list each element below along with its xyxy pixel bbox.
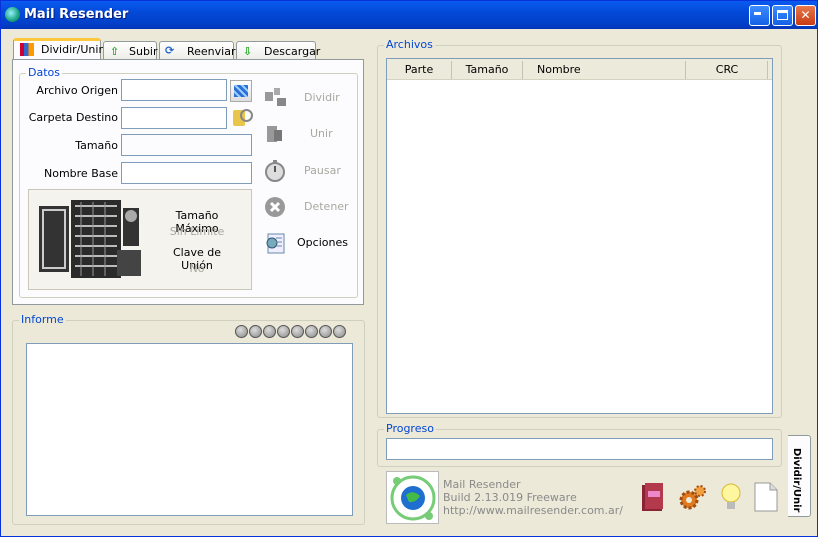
- browse-file-icon: [234, 85, 248, 97]
- tab-descargar[interactable]: ⇩ Descargar: [236, 41, 320, 61]
- carpeta-destino-input[interactable]: [121, 107, 227, 129]
- status-led: [333, 325, 346, 338]
- tab-subir[interactable]: ⇧ Subir: [103, 41, 158, 61]
- join-icon: [264, 122, 288, 144]
- browse-folder-button[interactable]: [230, 107, 253, 129]
- close-button[interactable]: ✕: [795, 5, 816, 26]
- action-label: Unir: [310, 127, 333, 140]
- column-crc[interactable]: CRC: [687, 61, 768, 79]
- informe-log[interactable]: [26, 343, 353, 516]
- status-led: [235, 325, 248, 338]
- title-bar[interactable]: Mail Resender ✕: [1, 1, 817, 29]
- blank-document-icon: [754, 482, 778, 512]
- split-icon: [264, 86, 288, 108]
- dividir-button[interactable]: Dividir: [264, 85, 374, 111]
- browse-file-button[interactable]: [230, 80, 252, 102]
- window-title: Mail Resender: [24, 7, 129, 22]
- action-label: Detener: [304, 200, 349, 213]
- side-tab-dividir-unir[interactable]: Dividir/Unir: [788, 435, 811, 517]
- status-led: [291, 325, 304, 338]
- group-legend: Informe: [19, 313, 66, 326]
- side-tab-label: Dividir/Unir: [791, 448, 802, 513]
- tamano-field: [121, 134, 252, 156]
- lightbulb-icon: [721, 483, 741, 509]
- column-parte[interactable]: Parte: [387, 61, 452, 79]
- nombre-base-input[interactable]: [121, 162, 252, 184]
- status-led: [277, 325, 290, 338]
- carpeta-destino-label: Carpeta Destino: [28, 111, 118, 124]
- max-size-value: Sin Límite: [169, 225, 225, 238]
- tab-label: Descargar: [264, 45, 321, 58]
- pausar-button[interactable]: Pausar: [264, 158, 374, 184]
- archivos-list[interactable]: Parte Tamaño Nombre CRC: [386, 58, 773, 414]
- union-key-value: No: [189, 262, 205, 275]
- gears-icon: [679, 485, 706, 510]
- minimize-icon: [754, 12, 761, 15]
- footer-app-name: Mail Resender: [443, 478, 521, 491]
- tab-label: Dividir/Unir: [41, 43, 103, 56]
- minimize-button[interactable]: [749, 5, 770, 26]
- mayan-art-icon: [39, 200, 141, 278]
- nombre-base-label: Nombre Base: [44, 167, 118, 180]
- globe-logo-icon: [390, 475, 436, 521]
- refresh-icon: ⟳: [165, 44, 175, 57]
- magnifier-icon: [240, 109, 253, 122]
- stopwatch-icon: [264, 159, 288, 182]
- column-tamano[interactable]: Tamaño: [452, 61, 523, 79]
- new-document-button[interactable]: [753, 481, 779, 513]
- column-nombre[interactable]: Nombre: [523, 61, 686, 79]
- action-label: Opciones: [297, 236, 348, 249]
- footer-url[interactable]: http://www.mailresender.com.ar/: [443, 504, 623, 517]
- action-label: Dividir: [304, 91, 340, 104]
- action-label: Pausar: [304, 164, 341, 177]
- status-leds: [235, 325, 347, 341]
- tab-reenviar[interactable]: ⟳ Reenviar: [159, 41, 236, 61]
- group-legend: Progreso: [384, 422, 436, 435]
- maximize-button[interactable]: [772, 5, 793, 26]
- app-icon[interactable]: [5, 7, 20, 22]
- settings-button[interactable]: [678, 482, 708, 512]
- archivo-origen-label: Archivo Origen: [36, 84, 118, 97]
- footer-build: Build 2.13.019 Freeware: [443, 491, 577, 504]
- split-join-icon: [20, 43, 34, 56]
- app-logo[interactable]: [386, 471, 439, 524]
- status-led: [263, 325, 276, 338]
- main-window: Mail Resender ✕ Dividir/Unir ⇧ Subir ⟳ R…: [0, 0, 818, 537]
- help-book-button[interactable]: [639, 481, 667, 513]
- tips-button[interactable]: [719, 481, 743, 513]
- list-header: Parte Tamaño Nombre CRC: [387, 59, 772, 80]
- status-led: [319, 325, 332, 338]
- status-led: [305, 325, 318, 338]
- opciones-button[interactable]: Opciones: [264, 230, 374, 256]
- group-legend: Archivos: [384, 38, 435, 51]
- maximize-icon: [777, 10, 788, 20]
- stop-icon: [264, 195, 288, 217]
- options-icon: [264, 231, 288, 254]
- status-led: [249, 325, 262, 338]
- tab-dividir-unir[interactable]: Dividir/Unir: [13, 38, 103, 61]
- book-icon: [642, 483, 663, 511]
- download-icon: ⇩: [243, 45, 253, 58]
- group-legend: Datos: [26, 66, 62, 79]
- close-icon: ✕: [800, 8, 811, 22]
- progress-bar: [386, 438, 773, 460]
- tab-label: Subir: [129, 45, 158, 58]
- tab-label: Reenviar: [187, 45, 236, 58]
- detener-button[interactable]: Detener: [264, 194, 374, 220]
- archivo-origen-input[interactable]: [121, 79, 227, 101]
- tamano-label: Tamaño: [75, 139, 118, 152]
- upload-icon: ⇧: [110, 45, 120, 58]
- info-box: Tamaño Máximo Sin Límite Clave de Unión …: [28, 189, 252, 290]
- unir-button[interactable]: Unir: [264, 121, 374, 147]
